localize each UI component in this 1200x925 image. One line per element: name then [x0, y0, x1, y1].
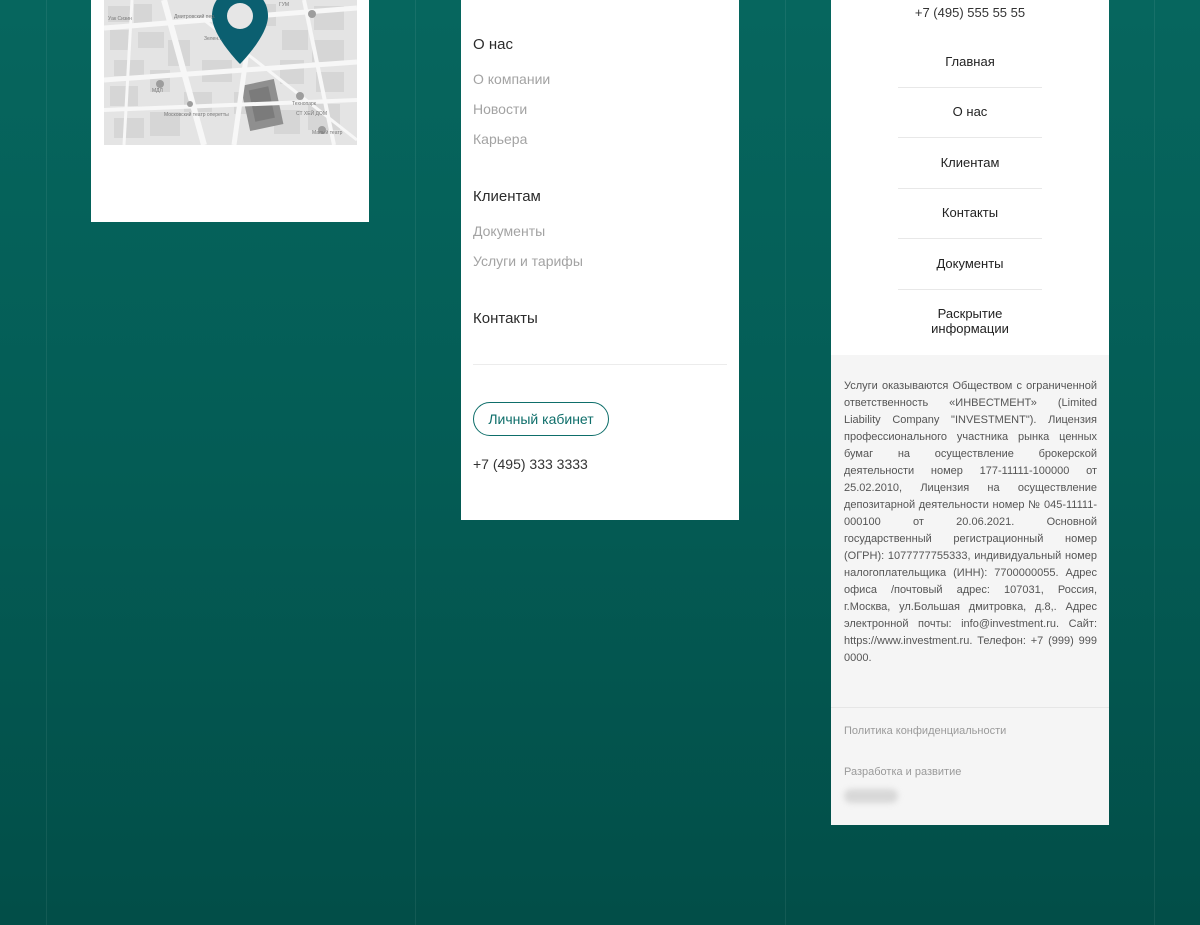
footer-nav-divider: [898, 289, 1042, 290]
footer-nav-home[interactable]: Главная: [898, 54, 1042, 69]
menu-link-services[interactable]: Услуги и тарифы: [473, 253, 583, 269]
map-label: МДЛ: [152, 88, 163, 94]
column-guide: [785, 0, 786, 925]
personal-account-button[interactable]: Личный кабинет: [473, 402, 609, 436]
footer-nav-contacts[interactable]: Контакты: [898, 205, 1042, 220]
footer-phone[interactable]: +7 (495) 555 55 55: [831, 5, 1109, 20]
footer-nav-about[interactable]: О нас: [898, 104, 1042, 119]
map-label: ГУМ: [279, 2, 289, 8]
footer-nav-divider: [898, 238, 1042, 239]
map-label: Уак Сизин: [108, 16, 132, 22]
location-map[interactable]: Уак Сизин Дмитровский пер. Зелен... МДЛ Моск…: [104, 0, 357, 145]
menu-link-career[interactable]: Карьера: [473, 131, 527, 147]
menu-section-clients[interactable]: Клиентам: [473, 188, 541, 205]
footer-legal-block: Услуги оказываются Обществом с ограничен…: [831, 355, 1109, 825]
map-panel: Уак Сизин Дмитровский пер. Зелен... МДЛ Моск…: [91, 0, 369, 222]
footer-nav-disclosure[interactable]: Раскрытие информации: [898, 306, 1042, 336]
menu-phone[interactable]: +7 (495) 333 3333: [473, 456, 588, 472]
column-guide: [1154, 0, 1155, 925]
footer-nav-divider: [898, 137, 1042, 138]
menu-link-company[interactable]: О компании: [473, 71, 550, 87]
menu-link-news[interactable]: Новости: [473, 101, 527, 117]
developer-logo[interactable]: [844, 789, 898, 803]
footer-nav-documents[interactable]: Документы: [898, 256, 1042, 271]
footer-nav-divider: [898, 188, 1042, 189]
legal-disclaimer: Услуги оказываются Обществом с ограничен…: [844, 380, 1097, 664]
map-label: Малый театр: [312, 129, 343, 136]
map-label: СТ ХЕЙ ДОМ: [296, 109, 327, 117]
menu-section-contacts[interactable]: Контакты: [473, 310, 538, 327]
privacy-policy-link[interactable]: Политика конфиденциальности: [844, 725, 1006, 737]
map-canvas: Уак Сизин Дмитровский пер. Зелен... МДЛ Моск…: [104, 0, 357, 145]
map-label: Дмитровский пер.: [174, 13, 215, 20]
footer-nav-divider: [898, 87, 1042, 88]
footer-panel: +7 (495) 555 55 55 Главная О нас Клиента…: [831, 0, 1109, 825]
developer-label: Разработка и развитие: [844, 766, 962, 778]
map-label: Зелен...: [204, 36, 222, 42]
menu-panel: О нас О компании Новости Карьера Клиента…: [461, 0, 739, 520]
footer-nav-clients[interactable]: Клиентам: [898, 155, 1042, 170]
menu-section-about[interactable]: О нас: [473, 36, 513, 53]
menu-link-documents[interactable]: Документы: [473, 223, 545, 239]
map-label: Московский театр оперетты: [164, 111, 229, 118]
map-label: Технопарк: [292, 101, 317, 107]
column-guide: [46, 0, 47, 925]
menu-divider: [473, 364, 727, 365]
footer-legal-divider: [831, 707, 1109, 708]
column-guide: [415, 0, 416, 925]
